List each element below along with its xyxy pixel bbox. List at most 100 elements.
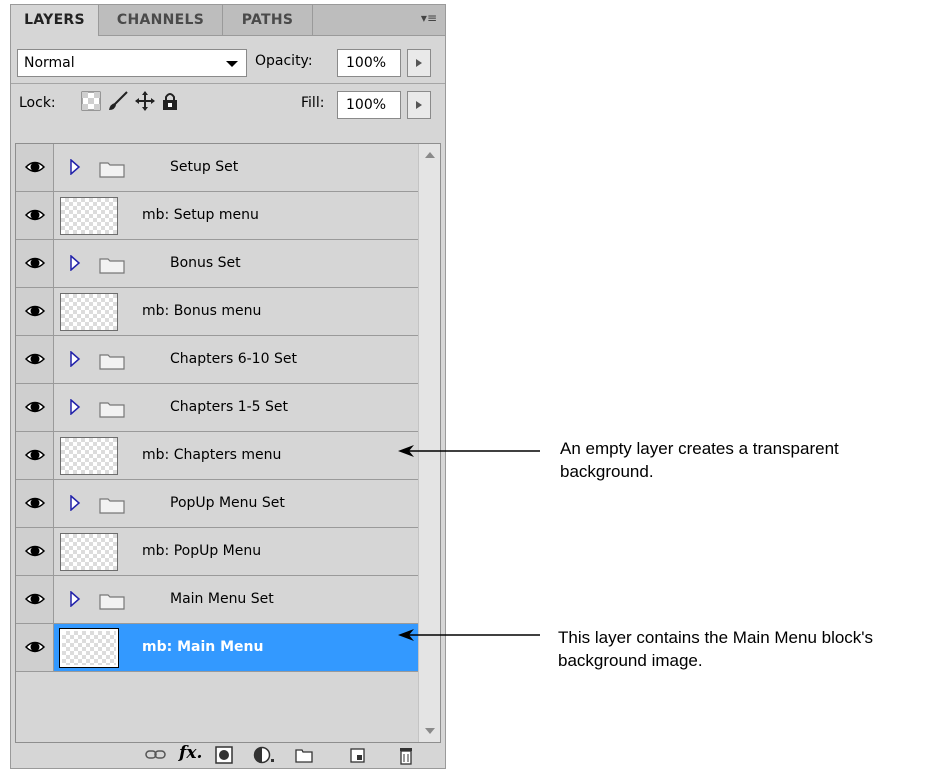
visibility-toggle[interactable]: [16, 336, 54, 383]
layer-name: mb: Chapters menu: [142, 447, 282, 463]
folder-icon: [99, 162, 125, 178]
visibility-toggle[interactable]: [16, 192, 54, 239]
folder-icon: [99, 258, 125, 274]
layer-content[interactable]: Setup Set: [54, 144, 418, 191]
layer-content[interactable]: mb: Chapters menu: [54, 432, 418, 479]
layer-row[interactable]: mb: PopUp Menu: [16, 528, 418, 576]
layer-content[interactable]: mb: Bonus menu: [54, 288, 418, 335]
visibility-toggle[interactable]: [16, 528, 54, 575]
layer-name: Setup Set: [170, 159, 239, 175]
annotation-empty-layer: An empty layer creates a transparent bac…: [560, 439, 839, 481]
visibility-eye-icon[interactable]: [25, 158, 45, 176]
layer-content[interactable]: mb: PopUp Menu: [54, 528, 418, 575]
trash-icon[interactable]: [397, 746, 415, 766]
layer-content[interactable]: Bonus Set: [54, 240, 418, 287]
mask-icon[interactable]: [215, 746, 233, 764]
opacity-input[interactable]: 100%: [337, 49, 401, 77]
visibility-eye-icon[interactable]: [25, 590, 45, 608]
layer-thumbnail: [60, 293, 118, 331]
bottom-toolbar: fx.: [11, 743, 445, 768]
fill-stepper[interactable]: [407, 91, 431, 119]
visibility-toggle[interactable]: [16, 144, 54, 191]
lock-all-icon[interactable]: [161, 91, 179, 111]
blend-mode-select[interactable]: Normal: [17, 49, 247, 77]
lock-paint-icon[interactable]: [107, 91, 129, 111]
layer-set-row[interactable]: Bonus Set: [16, 240, 418, 288]
visibility-eye-icon[interactable]: [25, 302, 45, 320]
layer-content[interactable]: PopUp Menu Set: [54, 480, 418, 527]
layer-content[interactable]: Chapters 6-10 Set: [54, 336, 418, 383]
visibility-toggle[interactable]: [16, 384, 54, 431]
layer-set-row[interactable]: Setup Set: [16, 144, 418, 192]
layer-content[interactable]: Main Menu Set: [54, 576, 418, 623]
annotation-arrow: [398, 629, 540, 641]
visibility-toggle[interactable]: [16, 576, 54, 623]
layer-thumbnail: [60, 197, 118, 235]
layer-set-row[interactable]: Main Menu Set: [16, 576, 418, 624]
visibility-eye-icon[interactable]: [25, 398, 45, 416]
layer-name: mb: Main Menu: [142, 639, 264, 655]
layer-name: mb: PopUp Menu: [142, 543, 262, 559]
lock-move-icon[interactable]: [135, 91, 155, 111]
link-icon[interactable]: [145, 746, 167, 764]
adjustment-icon[interactable]: [253, 746, 277, 764]
chevron-down-icon: [226, 61, 238, 67]
visibility-toggle[interactable]: [16, 288, 54, 335]
layer-name: Main Menu Set: [170, 591, 274, 607]
visibility-eye-icon[interactable]: [25, 446, 45, 464]
visibility-eye-icon[interactable]: [25, 350, 45, 368]
visibility-toggle[interactable]: [16, 432, 54, 479]
folder-icon: [99, 498, 125, 514]
layer-row[interactable]: mb: Bonus menu: [16, 288, 418, 336]
new-layer-icon[interactable]: [349, 746, 367, 764]
layer-thumbnail: [60, 437, 118, 475]
layers-panel: LAYERS CHANNELS PATHS ▾≡ Normal Opacity:…: [10, 4, 446, 769]
folder-icon[interactable]: [295, 746, 313, 764]
layer-set-row[interactable]: Chapters 6-10 Set: [16, 336, 418, 384]
fill-input[interactable]: 100%: [337, 91, 401, 119]
visibility-toggle[interactable]: [16, 240, 54, 287]
visibility-eye-icon[interactable]: [25, 494, 45, 512]
expand-triangle-icon[interactable]: [69, 159, 81, 175]
folder-icon: [99, 354, 125, 370]
expand-triangle-icon[interactable]: [69, 399, 81, 415]
lock-transparent-icon[interactable]: [81, 91, 101, 111]
visibility-eye-icon[interactable]: [25, 542, 45, 560]
expand-triangle-icon[interactable]: [69, 495, 81, 511]
opacity-label: Opacity:: [255, 53, 313, 69]
layer-row[interactable]: mb: Main Menu: [16, 624, 418, 672]
scroll-down-icon[interactable]: [425, 728, 435, 734]
expand-triangle-icon[interactable]: [69, 351, 81, 367]
fx-icon[interactable]: fx.: [179, 743, 202, 763]
layer-thumbnail: [59, 628, 119, 668]
layer-name: mb: Bonus menu: [142, 303, 262, 319]
layer-name: Chapters 1-5 Set: [170, 399, 289, 415]
layer-row[interactable]: mb: Chapters menu: [16, 432, 418, 480]
visibility-eye-icon[interactable]: [25, 206, 45, 224]
layer-row[interactable]: mb: Setup menu: [16, 192, 418, 240]
layer-content[interactable]: mb: Setup menu: [54, 192, 418, 239]
layer-name: mb: Setup menu: [142, 207, 259, 223]
visibility-toggle[interactable]: [16, 624, 54, 671]
tab-layers[interactable]: LAYERS: [11, 5, 99, 36]
visibility-toggle[interactable]: [16, 480, 54, 527]
panel-menu-icon[interactable]: ▾≡: [419, 11, 437, 27]
visibility-eye-icon[interactable]: [25, 638, 45, 656]
layer-thumbnail: [60, 533, 118, 571]
opacity-stepper[interactable]: [407, 49, 431, 77]
layer-name: Chapters 6-10 Set: [170, 351, 297, 367]
layer-content[interactable]: Chapters 1-5 Set: [54, 384, 418, 431]
layer-set-row[interactable]: Chapters 1-5 Set: [16, 384, 418, 432]
expand-triangle-icon[interactable]: [69, 255, 81, 271]
tab-paths[interactable]: PATHS: [223, 5, 313, 35]
layer-name: Bonus Set: [170, 255, 241, 271]
expand-triangle-icon[interactable]: [69, 591, 81, 607]
folder-icon: [99, 402, 125, 418]
layer-set-row[interactable]: PopUp Menu Set: [16, 480, 418, 528]
visibility-eye-icon[interactable]: [25, 254, 45, 272]
layer-content[interactable]: mb: Main Menu: [54, 624, 418, 671]
tab-channels[interactable]: CHANNELS: [99, 5, 223, 35]
layers-list: Setup Set mb: Setup menu Bonus Set mb: Bonu…: [15, 143, 441, 743]
scroll-up-icon[interactable]: [425, 152, 435, 158]
layer-name: PopUp Menu Set: [170, 495, 285, 511]
